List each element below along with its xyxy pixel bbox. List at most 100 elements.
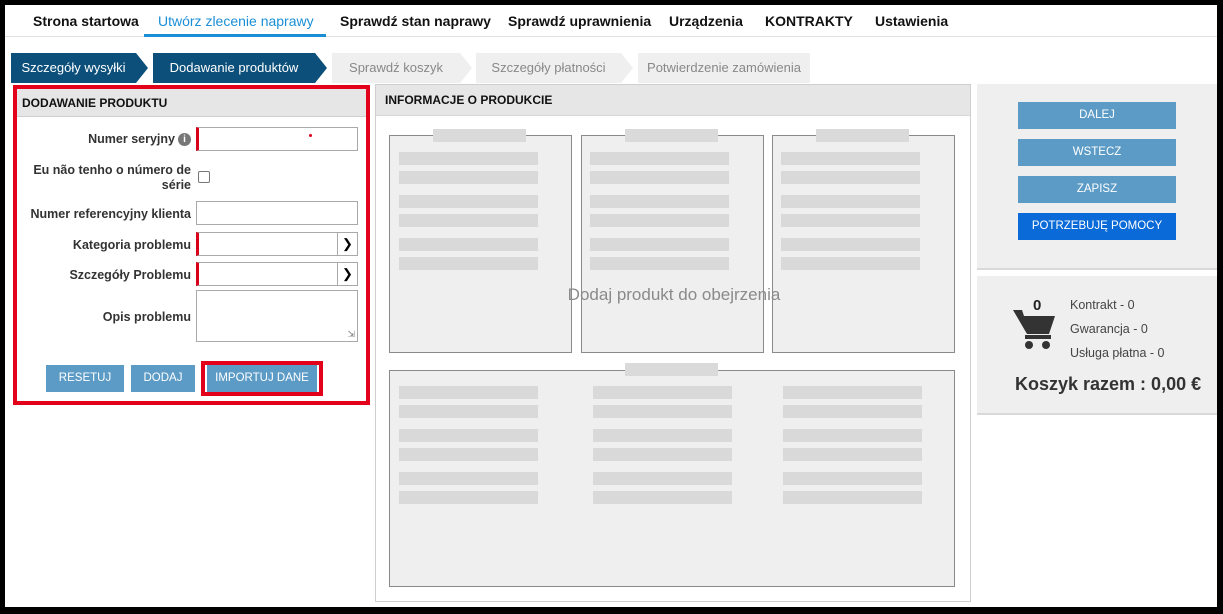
skeleton-bar (783, 491, 922, 504)
serial-number-row: Numer seryjny i (17, 127, 366, 151)
cart-contract-count: Kontrakt - 0 (1070, 298, 1135, 312)
skeleton-bar (399, 491, 538, 504)
app-window: Strona startowa Utwórz zlecenie naprawy … (5, 5, 1217, 607)
step-adding-products[interactable]: Dodawanie produktów (153, 53, 315, 83)
problem-details-select[interactable]: ❯ (196, 262, 358, 286)
skeleton-bar (593, 491, 732, 504)
skeleton-bar (781, 238, 920, 251)
required-dot (309, 134, 312, 137)
skeleton-bar (590, 171, 729, 184)
skeleton-bar (399, 405, 538, 418)
skeleton-bar (399, 214, 538, 227)
skeleton-bar (399, 238, 538, 251)
info-icon[interactable]: i (178, 133, 191, 147)
skeleton-bar (399, 448, 538, 461)
skeleton-bar (399, 386, 538, 399)
skeleton-bar (593, 429, 732, 442)
panel-title: DODAWANIE PRODUKTU (17, 89, 366, 117)
skeleton-bar (781, 257, 920, 270)
skeleton-bar (399, 152, 538, 165)
step-arrow (315, 53, 327, 83)
skeleton-bar (781, 214, 920, 227)
nav-contracts[interactable]: KONTRAKTY (765, 13, 853, 29)
skeleton-bar (399, 257, 538, 270)
cart-summary: 0 Kontrakt - 0 Gwarancja - 0 Usługa płat… (977, 276, 1217, 415)
nav-devices[interactable]: Urządzenia (669, 13, 743, 29)
panel-title: INFORMACJE O PRODUKCIE (376, 85, 970, 116)
skeleton-tab (433, 129, 526, 142)
skeleton-bar (783, 386, 922, 399)
cart-total: Koszyk razem : 0,00 € (1015, 374, 1202, 394)
serial-number-input[interactable] (196, 127, 358, 151)
problem-details-label: Szczegóły Problemu (69, 268, 191, 282)
nav-settings[interactable]: Ustawienia (875, 13, 948, 29)
add-product-panel: DODAWANIE PRODUKTU Numer seryjny i Eu não… (13, 85, 370, 405)
next-button[interactable]: DALEJ (1018, 102, 1176, 129)
step-arrow (136, 53, 148, 83)
step-shipping-details[interactable]: Szczegóły wysyłki (11, 53, 136, 83)
save-button[interactable]: ZAPISZ (1018, 176, 1176, 203)
chevron-down-icon[interactable]: ❯ (337, 263, 357, 285)
skeleton-bar (590, 152, 729, 165)
skeleton-bar (590, 238, 729, 251)
problem-category-row: Kategoria problemu ❯ (17, 232, 366, 256)
skeleton-tab (816, 129, 909, 142)
nav-repair-status[interactable]: Sprawdź stan naprawy (340, 13, 491, 29)
cart-paid-service-count: Usługa płatna - 0 (1070, 346, 1165, 360)
skeleton-bar (399, 195, 538, 208)
import-data-button[interactable]: IMPORTUJ DANE (207, 365, 317, 392)
shopping-cart-icon[interactable] (1013, 308, 1057, 350)
import-highlight: IMPORTUJ DANE (201, 361, 323, 396)
step-arrow (460, 53, 472, 83)
customer-ref-input[interactable] (196, 201, 358, 225)
skeleton-bar (781, 195, 920, 208)
skeleton-bar (590, 257, 729, 270)
skeleton-bar (590, 214, 729, 227)
no-serial-checkbox[interactable] (198, 171, 210, 183)
no-serial-label: Eu não tenho o número de série (33, 163, 191, 192)
skeleton-bar (781, 152, 920, 165)
skeleton-bar (399, 472, 538, 485)
skeleton-bar (590, 195, 729, 208)
problem-description-label: Opis problemu (102, 310, 191, 324)
step-payment-details[interactable]: Szczegóły płatności (476, 53, 621, 83)
problem-category-select[interactable]: ❯ (196, 232, 358, 256)
problem-description-textarea[interactable]: ⇲ (196, 290, 358, 342)
cart-count-badge: 0 (1033, 297, 1042, 314)
skeleton-bar (593, 448, 732, 461)
back-button[interactable]: WSTECZ (1018, 139, 1176, 166)
nav-check-entitlements[interactable]: Sprawdź uprawnienia (508, 13, 651, 29)
cart-warranty-count: Gwarancja - 0 (1070, 322, 1148, 336)
skeleton-bar (783, 472, 922, 485)
skeleton-bar (783, 448, 922, 461)
actions-panel: DALEJ WSTECZ ZAPISZ POTRZEBUJĘ POMOCY (977, 84, 1217, 270)
chevron-down-icon[interactable]: ❯ (337, 233, 357, 255)
skeleton-bar (783, 429, 922, 442)
step-arrow (621, 53, 633, 83)
active-tab-indicator (144, 34, 326, 37)
problem-description-row: Opis problemu ⇲ (17, 290, 366, 342)
no-serial-row: Eu não tenho o número de série (17, 161, 366, 192)
resize-handle-icon[interactable]: ⇲ (347, 330, 355, 339)
skeleton-bar (593, 405, 732, 418)
step-order-confirmation[interactable]: Potwierdzenie zamówienia (638, 53, 810, 83)
nav-create-repair[interactable]: Utwórz zlecenie naprawy (158, 13, 314, 29)
problem-details-row: Szczegóły Problemu ❯ (17, 262, 366, 286)
customer-ref-label: Numer referencyjny klienta (30, 207, 192, 221)
skeleton-bar (399, 171, 538, 184)
skeleton-bar (399, 429, 538, 442)
nav-home[interactable]: Strona startowa (33, 13, 139, 29)
customer-ref-row: Numer referencyjny klienta (17, 201, 366, 225)
problem-category-label: Kategoria problemu (72, 238, 191, 252)
skeleton-bar (781, 171, 920, 184)
reset-button[interactable]: RESETUJ (46, 365, 124, 392)
product-info-panel: INFORMACJE O PRODUKCIE Dodaj produkt do … (375, 84, 971, 602)
add-button[interactable]: DODAJ (131, 365, 195, 392)
step-check-cart[interactable]: Sprawdź koszyk (332, 53, 460, 83)
top-navigation: Strona startowa Utwórz zlecenie naprawy … (5, 5, 1217, 37)
skeleton-bar (783, 405, 922, 418)
skeleton-bar (593, 472, 732, 485)
skeleton-tab (625, 363, 718, 376)
need-help-button[interactable]: POTRZEBUJĘ POMOCY (1018, 213, 1176, 240)
skeleton-bar (593, 386, 732, 399)
